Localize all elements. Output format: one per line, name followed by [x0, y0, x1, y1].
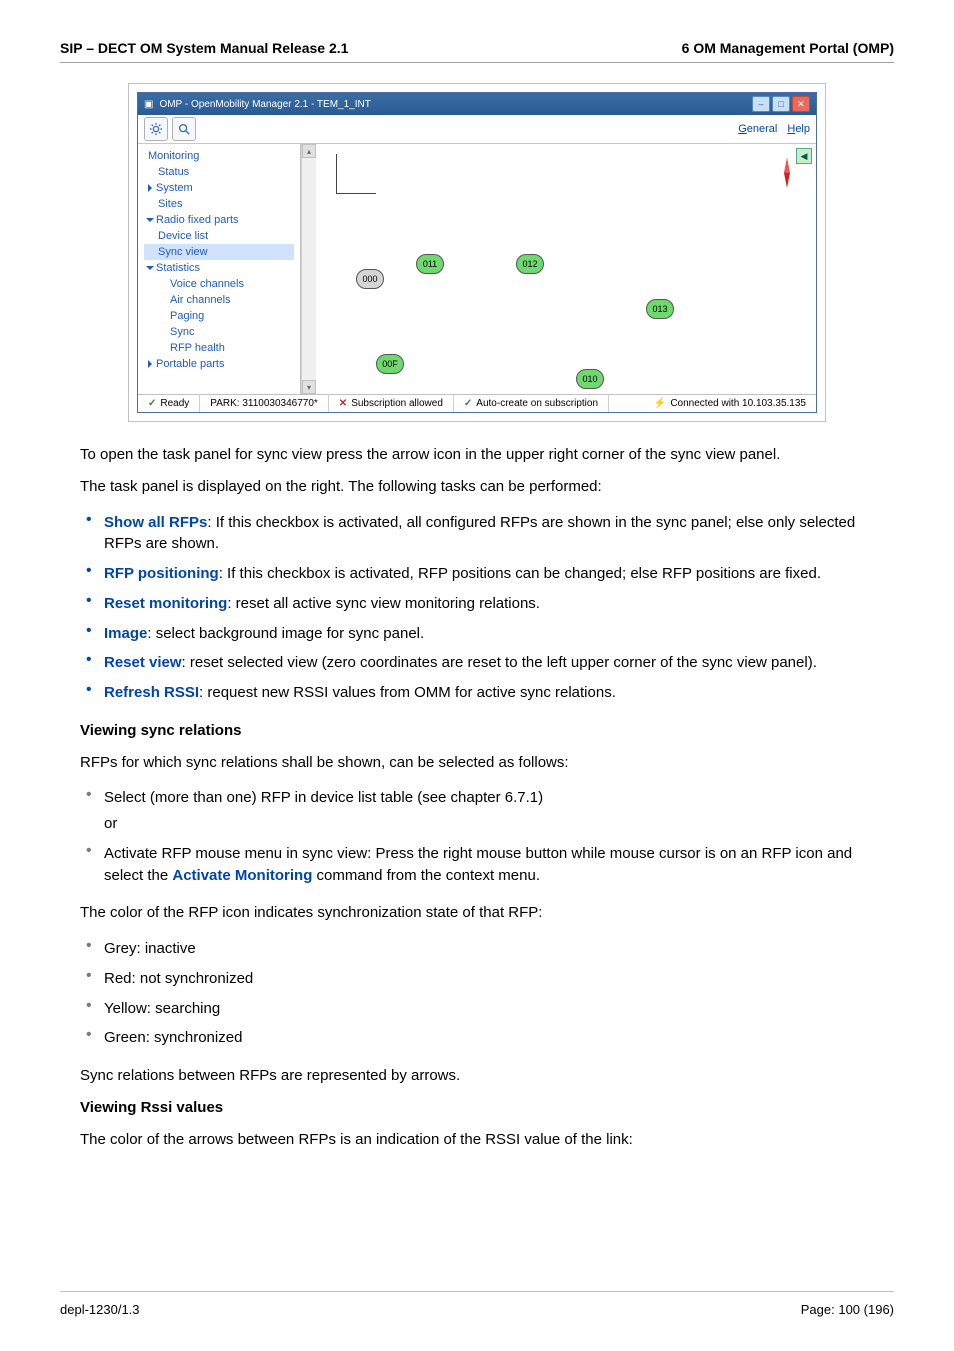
rfp-node[interactable]: 013	[646, 299, 674, 319]
toolbar: GGeneraleneral HHelpelp	[138, 115, 816, 144]
rfp-node[interactable]: 000	[356, 269, 384, 289]
close-icon[interactable]: ✕	[792, 96, 810, 112]
tree-scrollbar[interactable]: ▴ ▾	[301, 144, 316, 394]
paragraph: The task panel is displayed on the right…	[80, 476, 874, 498]
tree-status[interactable]: Status	[144, 164, 294, 180]
status-park: PARK: 3110030346770*	[200, 395, 329, 412]
paragraph: To open the task panel for sync view pre…	[80, 444, 874, 466]
list-item: Yellow: searching	[80, 994, 874, 1024]
minimize-icon[interactable]: –	[752, 96, 770, 112]
tree-statistics[interactable]: Statistics	[144, 260, 294, 276]
tree-monitoring[interactable]: Monitoring	[144, 148, 294, 164]
tree-portable[interactable]: Portable parts	[144, 356, 294, 372]
list-item: Grey: inactive	[80, 934, 874, 964]
status-ready: ✓Ready	[138, 395, 200, 412]
subheading: Viewing sync relations	[80, 720, 874, 742]
rfp-node[interactable]: 010	[576, 369, 604, 389]
header-right: 6 OM Management Portal (OMP)	[682, 40, 894, 56]
paragraph: The color of the arrows between RFPs is …	[80, 1129, 874, 1151]
sync-canvas[interactable]: ◀ 000 011 012 013 00F 010	[316, 144, 816, 394]
rfp-node[interactable]: 011	[416, 254, 444, 274]
tree-rfp-health[interactable]: RFP health	[144, 340, 294, 356]
list-item: Show all RFPs: If this checkbox is activ…	[80, 508, 874, 560]
menu-help[interactable]: HHelpelp	[787, 123, 810, 135]
app-icon: ▣	[144, 99, 153, 110]
running-header: SIP – DECT OM System Manual Release 2.1 …	[60, 40, 894, 63]
window-title: OMP - OpenMobility Manager 2.1 - TEM_1_I…	[159, 99, 370, 110]
nav-tree[interactable]: Monitoring Status System Sites Radio fix…	[138, 144, 301, 394]
footer-left: depl-1230/1.3	[60, 1302, 140, 1317]
paragraph: Sync relations between RFPs are represen…	[80, 1065, 874, 1087]
status-connected: ⚡Connected with 10.103.35.135	[644, 395, 816, 412]
list-item: Activate RFP mouse menu in sync view: Pr…	[80, 839, 874, 891]
list-item: Reset view: reset selected view (zero co…	[80, 648, 874, 678]
body-text: To open the task panel for sync view pre…	[80, 444, 874, 1150]
rfp-node[interactable]: 00F	[376, 354, 404, 374]
status-bar: ✓Ready PARK: 3110030346770* ✕Subscriptio…	[138, 394, 816, 412]
axis-icon	[336, 154, 337, 194]
maximize-icon[interactable]: □	[772, 96, 790, 112]
list-item: Select (more than one) RFP in device lis…	[80, 783, 874, 839]
app-window: ▣ OMP - OpenMobility Manager 2.1 - TEM_1…	[137, 92, 817, 413]
list-item: Reset monitoring: reset all active sync …	[80, 589, 874, 619]
subheading: Viewing Rssi values	[80, 1097, 874, 1119]
tree-sync-view[interactable]: Sync view	[144, 244, 294, 260]
tree-voice[interactable]: Voice channels	[144, 276, 294, 292]
tree-sync[interactable]: Sync	[144, 324, 294, 340]
tree-air[interactable]: Air channels	[144, 292, 294, 308]
scroll-down-icon[interactable]: ▾	[302, 380, 316, 394]
list-item: Red: not synchronized	[80, 964, 874, 994]
rfp-node[interactable]: 012	[516, 254, 544, 274]
list-item: Image: select background image for sync …	[80, 619, 874, 649]
paragraph: RFPs for which sync relations shall be s…	[80, 752, 874, 774]
compass-icon	[772, 158, 802, 188]
list-item: Refresh RSSI: request new RSSI values fr…	[80, 678, 874, 708]
tree-paging[interactable]: Paging	[144, 308, 294, 324]
footer: depl-1230/1.3 Page: 100 (196)	[60, 1291, 894, 1317]
gear-icon[interactable]	[144, 117, 168, 141]
tree-device-list[interactable]: Device list	[144, 228, 294, 244]
search-icon[interactable]	[172, 117, 196, 141]
or-text: or	[104, 813, 874, 835]
tree-rfp[interactable]: Radio fixed parts	[144, 212, 294, 228]
status-subscription: ✕Subscription allowed	[329, 395, 454, 412]
menu-general[interactable]: GGeneraleneral	[738, 123, 777, 135]
figure: ▣ OMP - OpenMobility Manager 2.1 - TEM_1…	[128, 83, 826, 422]
scroll-up-icon[interactable]: ▴	[302, 144, 316, 158]
footer-right: Page: 100 (196)	[801, 1302, 894, 1317]
tree-system[interactable]: System	[144, 180, 294, 196]
list-item: RFP positioning: If this checkbox is act…	[80, 559, 874, 589]
list-item: Green: synchronized	[80, 1023, 874, 1053]
tree-sites[interactable]: Sites	[144, 196, 294, 212]
header-left: SIP – DECT OM System Manual Release 2.1	[60, 40, 348, 56]
title-bar[interactable]: ▣ OMP - OpenMobility Manager 2.1 - TEM_1…	[138, 93, 816, 115]
status-auto-create: ✓Auto-create on subscription	[454, 395, 609, 412]
paragraph: The color of the RFP icon indicates sync…	[80, 902, 874, 924]
